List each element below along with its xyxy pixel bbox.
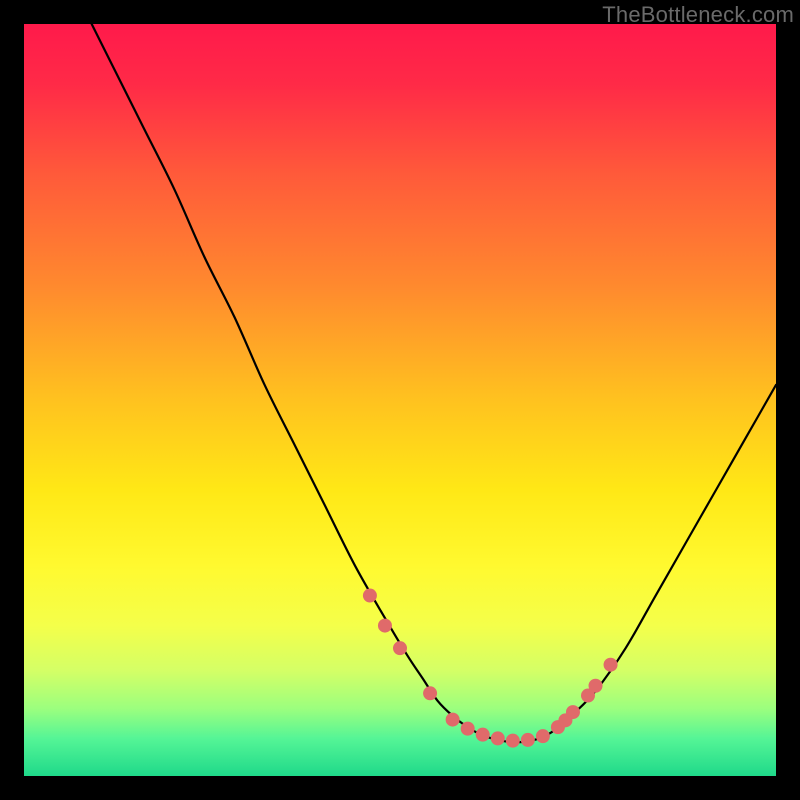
watermark-text: TheBottleneck.com (602, 2, 794, 28)
marker-dot (461, 722, 475, 736)
marker-dot (566, 705, 580, 719)
marker-dot (378, 619, 392, 633)
marker-dot (604, 658, 618, 672)
gradient-background (24, 24, 776, 776)
marker-dot (536, 729, 550, 743)
marker-dot (393, 641, 407, 655)
marker-dot (506, 734, 520, 748)
marker-dot (446, 713, 460, 727)
marker-dot (521, 733, 535, 747)
marker-dot (476, 728, 490, 742)
marker-dot (363, 589, 377, 603)
chart-svg (24, 24, 776, 776)
marker-dot (423, 686, 437, 700)
marker-dot (491, 731, 505, 745)
marker-dot (589, 679, 603, 693)
chart-frame (24, 24, 776, 776)
